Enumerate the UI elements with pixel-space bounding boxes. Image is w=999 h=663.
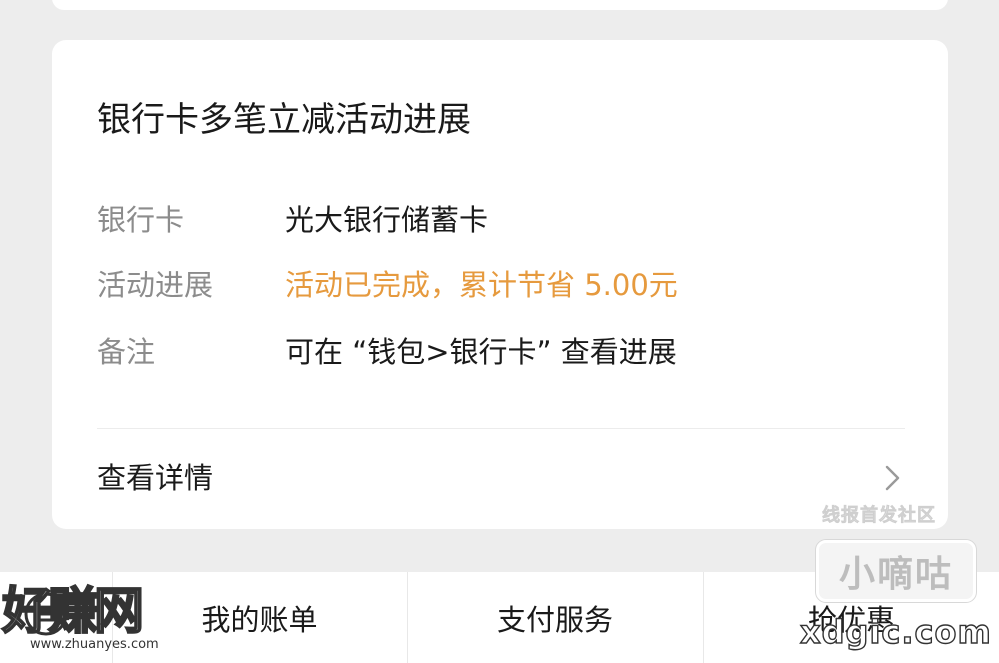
row-label: 银行卡	[97, 203, 185, 237]
divider	[97, 428, 905, 429]
watermark-right-domain: xdgic.com	[799, 613, 992, 651]
watermark-left-text: 好赚网	[1, 582, 145, 640]
row-value: 可在 “钱包>银行卡” 查看进展	[285, 335, 677, 369]
row-value-highlight: 活动已完成，累计节省 5.00元	[285, 268, 678, 302]
watermark-right: 线报首发社区 小嘀咕 xdgic.com	[799, 500, 999, 660]
watermark-left-url: www.zhuanyes.com	[30, 637, 159, 652]
row-value: 光大银行储蓄卡	[285, 203, 489, 237]
row-label: 备注	[97, 335, 156, 369]
chevron-right-icon	[885, 465, 900, 491]
previous-card	[52, 0, 948, 10]
info-row-bank-card: 银行卡 光大银行储蓄卡	[97, 198, 897, 242]
view-details-label: 查看详情	[97, 461, 214, 495]
watermark-left: 好赚网 www.zhuanyes.com	[0, 582, 195, 661]
watermark-right-slogan: 线报首发社区	[822, 505, 936, 527]
watermark-right-logo: 小嘀咕	[816, 540, 976, 602]
view-details-link[interactable]: 查看详情	[52, 448, 948, 508]
info-row-activity-progress: 活动进展 活动已完成，累计节省 5.00元	[97, 263, 897, 307]
activity-progress-card: 银行卡多笔立减活动进展 银行卡 光大银行储蓄卡 活动进展 活动已完成，累计节省 …	[52, 40, 948, 529]
card-title: 银行卡多笔立减活动进展	[97, 100, 471, 140]
tab-payment-services[interactable]: 支付服务	[408, 572, 702, 663]
row-label: 活动进展	[97, 268, 214, 302]
info-row-remark: 备注 可在 “钱包>银行卡” 查看进展	[97, 330, 897, 374]
